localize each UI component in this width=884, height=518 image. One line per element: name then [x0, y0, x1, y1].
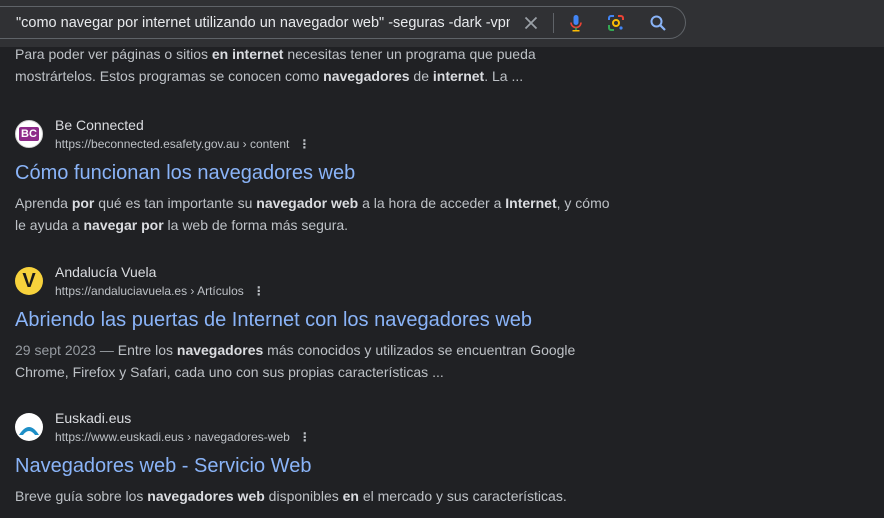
search-header: "como navegar por internet utilizando un…: [0, 0, 884, 47]
highlighted-term: Internet: [505, 195, 557, 211]
andalucia-vuela-favicon-icon: V: [15, 267, 43, 295]
more-options-icon[interactable]: ⋮: [253, 284, 265, 298]
search-icon[interactable]: [648, 13, 668, 33]
more-options-icon[interactable]: ⋮: [298, 137, 310, 151]
close-icon[interactable]: [521, 13, 541, 33]
highlighted-term: navegadores: [176, 342, 264, 358]
microphone-icon[interactable]: [566, 13, 586, 33]
result-title-link[interactable]: Cómo funcionan los navegadores web: [15, 160, 615, 186]
site-name: Be Connected: [55, 117, 144, 133]
site-url-text: https://beconnected.esafety.gov.au › con…: [55, 137, 290, 151]
favicon-text: V: [22, 270, 36, 292]
site-url: https://beconnected.esafety.gov.au › con…: [55, 137, 310, 151]
highlighted-term: por: [71, 195, 95, 211]
search-input[interactable]: "como navegar por internet utilizando un…: [16, 15, 510, 31]
camera-lens-icon[interactable]: [606, 13, 626, 33]
site-url-text: https://andaluciavuela.es › Artículos: [55, 284, 244, 298]
search-result: Euskadi.eus https://www.euskadi.eus › na…: [15, 410, 615, 507]
previous-result-snippet: Para poder ver páginas o sitios en inter…: [15, 46, 536, 84]
site-url: https://andaluciavuela.es › Artículos ⋮: [55, 284, 265, 298]
highlighted-term: en internet: [211, 46, 284, 62]
favicon-text: BC: [19, 127, 39, 141]
result-title-link[interactable]: Abriendo las puertas de Internet con los…: [15, 307, 615, 333]
search-result: V Andalucía Vuela https://andaluciavuela…: [15, 264, 615, 383]
result-date: 29 sept 2023 —: [15, 342, 118, 358]
search-box-divider: [553, 13, 554, 33]
result-source[interactable]: Euskadi.eus https://www.euskadi.eus › na…: [15, 410, 615, 450]
highlighted-term: navegar por: [83, 217, 164, 233]
result-snippet: Aprenda por qué es tan importante su nav…: [15, 195, 610, 233]
search-box[interactable]: "como navegar por internet utilizando un…: [0, 6, 686, 39]
site-name: Euskadi.eus: [55, 410, 132, 426]
be-connected-favicon-icon: BC: [15, 120, 43, 148]
highlighted-term: internet: [432, 68, 485, 84]
result-source[interactable]: V Andalucía Vuela https://andaluciavuela…: [15, 264, 615, 304]
result-title-link[interactable]: Navegadores web - Servicio Web: [15, 453, 615, 479]
euskadi-favicon-icon: [15, 413, 43, 441]
more-options-icon[interactable]: ⋮: [299, 430, 311, 444]
highlighted-term: navegador web: [256, 195, 359, 211]
highlighted-term: navegadores web: [147, 488, 265, 504]
site-url: https://www.euskadi.eus › navegadores-we…: [55, 430, 311, 444]
site-url-text: https://www.euskadi.eus › navegadores-we…: [55, 430, 290, 444]
result-snippet: Breve guía sobre los navegadores web dis…: [15, 488, 567, 504]
highlighted-term: navegadores: [323, 68, 410, 84]
highlighted-term: en: [342, 488, 359, 504]
site-name: Andalucía Vuela: [55, 264, 157, 280]
search-result: BC Be Connected https://beconnected.esaf…: [15, 117, 615, 236]
result-snippet: 29 sept 2023 — Entre los navegadores más…: [15, 339, 615, 383]
result-source[interactable]: BC Be Connected https://beconnected.esaf…: [15, 117, 615, 157]
